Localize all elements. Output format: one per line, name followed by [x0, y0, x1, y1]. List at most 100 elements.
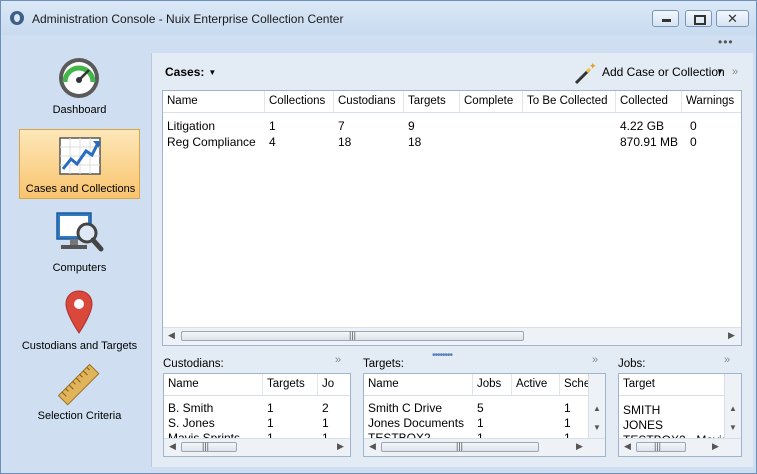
close-button[interactable]: ✕ — [716, 10, 749, 27]
table-row[interactable]: SMITH — [619, 402, 724, 418]
table-cell: 18 — [408, 135, 422, 149]
scroll-left-icon[interactable]: ◀ — [369, 441, 376, 452]
maximize-button[interactable] — [685, 10, 712, 27]
ruler-icon — [57, 363, 100, 406]
expand-chevron-icon[interactable]: » — [724, 354, 730, 366]
sidebar: Dashboard Cases and Collections Computer… — [1, 49, 151, 469]
table-cell: 2 — [322, 401, 329, 415]
grip-icon: ||| — [202, 441, 210, 451]
column-header[interactable]: Targets — [263, 374, 318, 395]
sidebar-item-selection-criteria[interactable]: Selection Criteria — [19, 355, 140, 425]
scroll-up-icon[interactable]: ▲ — [729, 404, 737, 413]
table-row[interactable]: Reg Compliance 4 18 18 870.91 MB 0 — [163, 134, 741, 150]
scroll-right-icon[interactable]: ▶ — [337, 441, 344, 452]
horizontal-scrollbar[interactable]: ◀ ||| ▶ — [364, 438, 605, 456]
sidebar-item-cases-and-collections[interactable]: Cases and Collections — [19, 129, 140, 199]
scroll-right-icon[interactable]: ▶ — [728, 330, 735, 341]
horizontal-scrollbar[interactable]: ◀ ||| ▶ — [163, 327, 741, 345]
table-cell: 4 — [269, 135, 276, 149]
maximize-icon — [694, 15, 706, 25]
table-cell: 5 — [477, 401, 484, 415]
scroll-up-icon[interactable]: ▲ — [593, 404, 601, 413]
table-cell: 1 — [564, 401, 571, 415]
custodians-title: Custodians: — [163, 358, 224, 370]
sidebar-item-dashboard[interactable]: Dashboard — [19, 49, 140, 119]
column-header[interactable]: Custodians — [334, 91, 404, 112]
computer-search-icon — [56, 212, 104, 252]
column-header[interactable]: Sche — [560, 374, 590, 395]
scroll-right-icon[interactable]: ▶ — [712, 441, 719, 452]
table-cell: 1 — [267, 401, 274, 415]
table-cell: 9 — [408, 119, 415, 133]
minimize-button[interactable] — [652, 10, 679, 27]
scroll-right-icon[interactable]: ▶ — [576, 441, 583, 452]
column-header[interactable]: Targets — [404, 91, 460, 112]
chart-icon — [59, 137, 101, 175]
sidebar-item-label: Cases and Collections — [25, 183, 136, 195]
vertical-scrollbar[interactable]: ▲ ▼ — [588, 374, 605, 438]
table-cell: 1 — [267, 416, 274, 430]
table-cell: B. Smith — [168, 401, 214, 415]
expand-chevron-icon[interactable]: » — [732, 66, 738, 78]
column-header[interactable]: Name — [163, 91, 265, 112]
map-pin-icon — [65, 290, 93, 334]
dashboard-gauge-icon — [59, 58, 99, 98]
table-cell: 0 — [690, 119, 697, 133]
column-header[interactable]: To Be Collected — [523, 91, 616, 112]
scroll-left-icon[interactable]: ◀ — [168, 330, 175, 341]
jobs-table: Target SMITH JONES TESTBOX2 - Mavis ▲ ▼ … — [618, 373, 742, 457]
custodians-table: Name Targets Jo B. Smith 1 2 S. Jones 1 … — [163, 373, 351, 457]
table-cell: Reg Compliance — [167, 135, 256, 149]
table-row[interactable]: JONES — [619, 417, 724, 433]
column-header[interactable]: Collected — [616, 91, 682, 112]
column-header[interactable]: Target — [619, 374, 724, 395]
table-cell: 0 — [690, 135, 697, 149]
vertical-scrollbar[interactable]: ▲ ▼ — [724, 374, 741, 438]
scroll-left-icon[interactable]: ◀ — [169, 441, 176, 452]
app-logo-icon — [10, 11, 24, 25]
app-window: Administration Console - Nuix Enterprise… — [0, 0, 757, 474]
scroll-down-icon[interactable]: ▼ — [729, 423, 737, 432]
table-cell: S. Jones — [168, 416, 215, 430]
horizontal-scrollbar[interactable]: ◀ ||| ▶ — [619, 438, 741, 456]
column-header[interactable]: Name — [364, 374, 473, 395]
table-row[interactable]: Smith C Drive 5 1 — [364, 400, 588, 416]
column-header[interactable]: Name — [164, 374, 263, 395]
expand-chevron-icon[interactable]: » — [335, 354, 341, 366]
cases-dropdown[interactable]: Cases: ▼ — [165, 65, 216, 79]
grip-icon: ||| — [654, 441, 662, 451]
scroll-left-icon[interactable]: ◀ — [624, 441, 631, 452]
table-row[interactable]: Litigation 1 7 9 4.22 GB 0 — [163, 118, 741, 134]
scroll-down-icon[interactable]: ▼ — [593, 423, 601, 432]
sidebar-item-computers[interactable]: Computers — [19, 207, 140, 277]
table-cell: 870.91 MB — [620, 135, 679, 149]
expand-chevron-icon[interactable]: » — [592, 354, 598, 366]
table-row[interactable]: B. Smith 1 2 — [164, 400, 350, 416]
table-row[interactable]: S. Jones 1 1 — [164, 415, 350, 431]
column-header[interactable]: Jobs — [473, 374, 512, 395]
sidebar-item-custodians-and-targets[interactable]: Custodians and Targets — [19, 285, 140, 355]
more-options-icon[interactable]: ••• — [718, 35, 734, 49]
sidebar-item-label: Custodians and Targets — [21, 340, 138, 352]
table-cell: SMITH — [623, 403, 661, 417]
column-header[interactable]: Collections — [265, 91, 334, 112]
table-row[interactable]: Jones Documents 1 1 — [364, 415, 588, 431]
column-header[interactable]: Jo — [318, 374, 350, 395]
targets-table: Name Jobs Active Sche Smith C Drive 5 1 … — [363, 373, 606, 457]
column-header[interactable]: Warnings — [682, 91, 741, 112]
main-content: Cases: ▼ ✦ Add Case or Collection ▼ » Nam… — [151, 53, 753, 467]
splitter-handle[interactable]: •••••••• — [432, 350, 453, 361]
cases-header: Cases: — [165, 65, 205, 79]
table-cell: Jones Documents — [368, 416, 465, 430]
jobs-title: Jobs: — [618, 358, 646, 370]
dropdown-arrow-icon[interactable]: ▼ — [716, 67, 724, 76]
table-cell: Litigation — [167, 119, 216, 133]
add-case-label: Add Case or Collection — [602, 65, 725, 79]
column-header[interactable]: Complete — [460, 91, 523, 112]
column-header[interactable]: Active — [512, 374, 560, 395]
custodians-table-header: Name Targets Jo — [164, 374, 350, 396]
table-cell: 1 — [477, 416, 484, 430]
horizontal-scrollbar[interactable]: ◀ ||| ▶ — [164, 438, 350, 456]
sidebar-item-label: Computers — [52, 262, 107, 274]
title-bar: Administration Console - Nuix Enterprise… — [1, 1, 756, 35]
